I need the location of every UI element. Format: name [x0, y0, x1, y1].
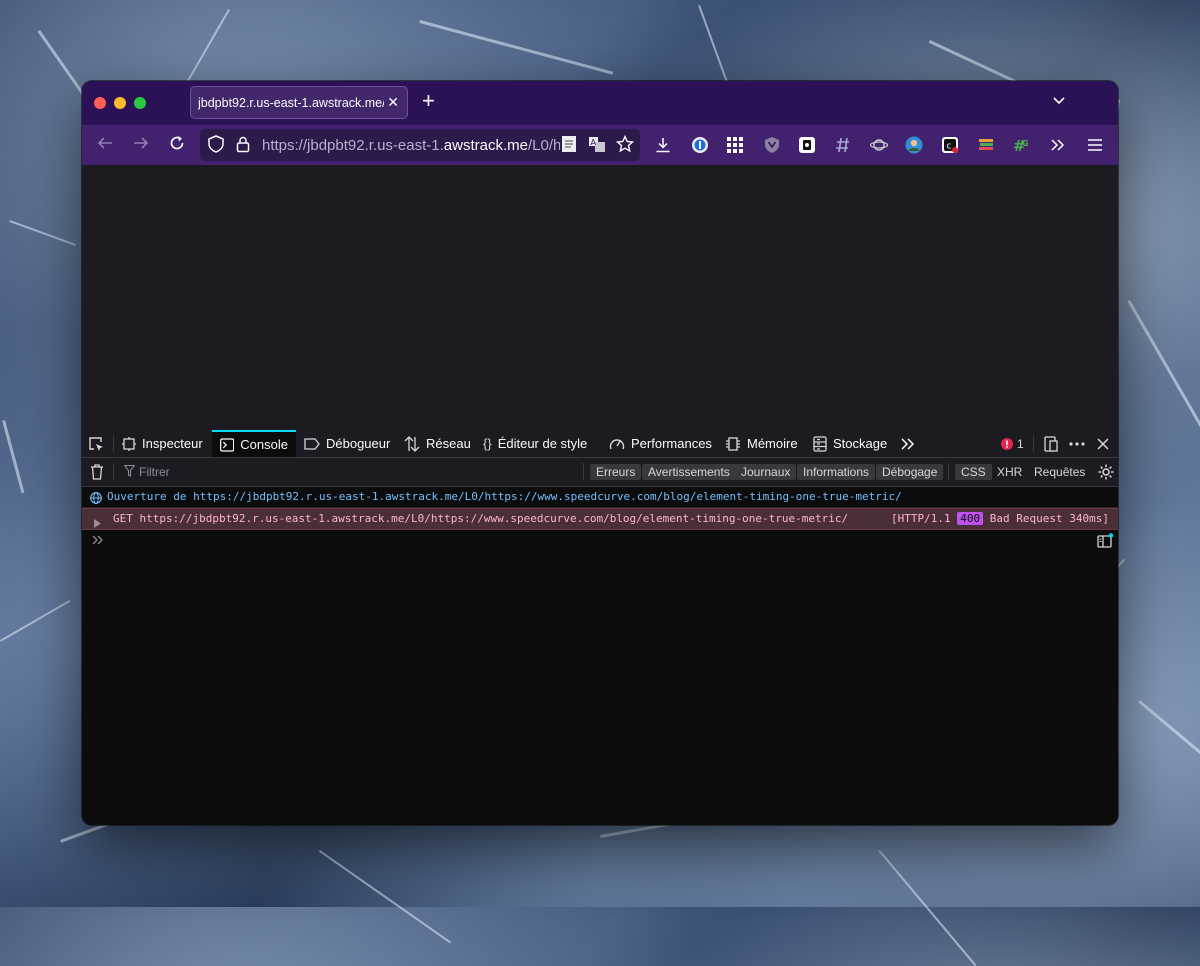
avatar-extension-icon[interactable] — [905, 136, 923, 154]
filter-debug-button[interactable]: Débogage — [876, 464, 944, 480]
svg-text:c: c — [947, 142, 952, 152]
recorder-extension-icon[interactable]: c — [941, 136, 959, 154]
filter-funnel-icon — [123, 464, 136, 480]
picker-icon — [89, 436, 103, 451]
reader-mode-icon[interactable] — [562, 135, 576, 157]
tab-bar: jbdpbt92.r.us-east-1.awstrack.me/L0/h ✕ … — [82, 81, 1118, 125]
password-manager-icon[interactable] — [691, 136, 709, 154]
window-minimize-button[interactable] — [114, 97, 126, 109]
devtools-panel: Inspecteur Console Débogueur Réseau {} É… — [82, 430, 1118, 825]
books-extension-icon[interactable] — [977, 136, 995, 154]
tab-debugger[interactable]: Débogueur — [304, 430, 390, 457]
more-options-icon[interactable] — [1069, 430, 1085, 457]
nav-bar: https://jbdpbt92.r.us-east-1.awstrack.me… — [82, 125, 1118, 165]
app-grid-icon[interactable] — [726, 136, 744, 154]
tab-network[interactable]: Réseau — [404, 430, 471, 457]
filter-css-button[interactable]: CSS — [955, 464, 992, 480]
memory-icon — [726, 436, 740, 451]
hamburger-menu-icon[interactable] — [1086, 136, 1104, 154]
planet-extension-icon[interactable] — [870, 136, 888, 154]
filter-requests-button[interactable]: Requêtes — [1034, 464, 1085, 480]
svg-text:G: G — [1022, 139, 1029, 148]
url-text[interactable]: https://jbdpbt92.r.us-east-1.awstrack.me… — [262, 137, 560, 154]
page-content[interactable] — [82, 165, 1118, 430]
tab-performance[interactable]: Performances — [609, 430, 712, 457]
error-count-badge[interactable]: 1 — [1001, 430, 1024, 457]
tab-console[interactable]: Console — [212, 430, 296, 457]
close-devtools-icon[interactable] — [1097, 430, 1109, 457]
clear-console-button[interactable] — [90, 464, 104, 483]
devtools-toolbar: Inspecteur Console Débogueur Réseau {} É… — [82, 430, 1118, 458]
error-icon — [1001, 437, 1013, 450]
filter-warnings-button[interactable]: Avertissements — [642, 464, 736, 480]
toolbar-separator — [113, 435, 114, 452]
expand-triangle-icon[interactable] — [94, 515, 101, 535]
performance-icon — [609, 438, 625, 449]
active-tab[interactable]: jbdpbt92.r.us-east-1.awstrack.me/L0/h ✕ — [190, 86, 408, 119]
tab-memory[interactable]: Mémoire — [725, 430, 798, 457]
downloads-icon[interactable] — [654, 136, 672, 154]
console-input-prompt[interactable] — [92, 533, 104, 549]
back-arrow-icon — [97, 137, 112, 149]
tab-close-icon[interactable]: ✕ — [387, 94, 399, 111]
filter-errors-button[interactable]: Erreurs — [590, 464, 642, 480]
chevron-down-icon — [1053, 97, 1065, 105]
filter-input[interactable]: Filtrer — [139, 465, 170, 479]
debugger-icon — [304, 437, 320, 450]
reload-button[interactable] — [168, 134, 186, 156]
more-extensions-chevron-icon[interactable] — [1049, 136, 1067, 154]
tracking-protection-shield-icon[interactable] — [208, 135, 224, 157]
tab-storage[interactable]: Stockage — [813, 430, 887, 457]
network-icon — [404, 435, 420, 452]
filter-info-button[interactable]: Informations — [797, 464, 876, 480]
window-zoom-button[interactable] — [134, 97, 146, 109]
list-all-tabs-button[interactable] — [1052, 93, 1066, 109]
privacy-badge-icon[interactable] — [763, 136, 781, 154]
inspector-icon — [122, 436, 136, 451]
forward-button[interactable] — [132, 134, 150, 156]
prompt-chevron-icon — [92, 535, 103, 545]
back-button[interactable] — [96, 134, 114, 156]
filter-logs-button[interactable]: Journaux — [735, 464, 797, 480]
forward-arrow-icon — [134, 137, 149, 149]
filter-separator — [113, 463, 114, 480]
lock-icon[interactable] — [236, 135, 250, 157]
console-icon — [220, 437, 235, 452]
status-code-badge: 400 — [957, 512, 984, 525]
bookmark-star-icon[interactable] — [615, 134, 635, 157]
svg-text:A: A — [591, 138, 597, 147]
filter-separator — [583, 463, 584, 480]
tab-title: jbdpbt92.r.us-east-1.awstrack.me/L0/h — [198, 96, 384, 110]
element-picker-button[interactable] — [88, 430, 104, 457]
tab-inspector[interactable]: Inspecteur — [122, 430, 203, 457]
window-close-button[interactable] — [94, 97, 106, 109]
grammar-extension-icon[interactable]: # G — [1013, 136, 1031, 154]
browser-window: jbdpbt92.r.us-east-1.awstrack.me/L0/h ✕ … — [82, 81, 1118, 825]
trash-icon — [91, 464, 103, 480]
more-tools-chevron-icon[interactable] — [901, 430, 915, 457]
console-message-network-error[interactable]: GET https://jbdpbt92.r.us-east-1.awstrac… — [82, 508, 1118, 530]
reload-icon — [170, 136, 184, 150]
console-settings-gear-icon[interactable] — [1098, 464, 1114, 483]
hashtag-extension-icon[interactable] — [834, 136, 852, 154]
toolbar-separator — [1033, 435, 1034, 452]
filter-separator — [948, 463, 949, 480]
style-editor-icon: {} — [483, 436, 492, 451]
tab-style-editor[interactable]: {} Éditeur de style — [483, 430, 587, 457]
storage-icon — [813, 435, 827, 452]
console-filter-bar: Filtrer Erreurs Avertissements Journaux … — [82, 458, 1118, 487]
http-status: [HTTP/1.1 400 Bad Request 340ms] — [891, 512, 1109, 525]
console-message-navigation[interactable]: Ouverture de https://jbdpbt92.r.us-east-… — [82, 487, 1118, 508]
filter-xhr-button[interactable]: XHR — [997, 464, 1022, 480]
url-bar[interactable]: https://jbdpbt92.r.us-east-1.awstrack.me… — [200, 129, 640, 161]
editor-mode-toggle-icon[interactable] — [1097, 533, 1114, 554]
extension-square-icon[interactable] — [798, 136, 816, 154]
new-tab-button[interactable]: + — [422, 90, 435, 112]
dock-toggle-icon[interactable] — [1043, 430, 1059, 457]
translate-icon[interactable]: A — [588, 135, 606, 157]
